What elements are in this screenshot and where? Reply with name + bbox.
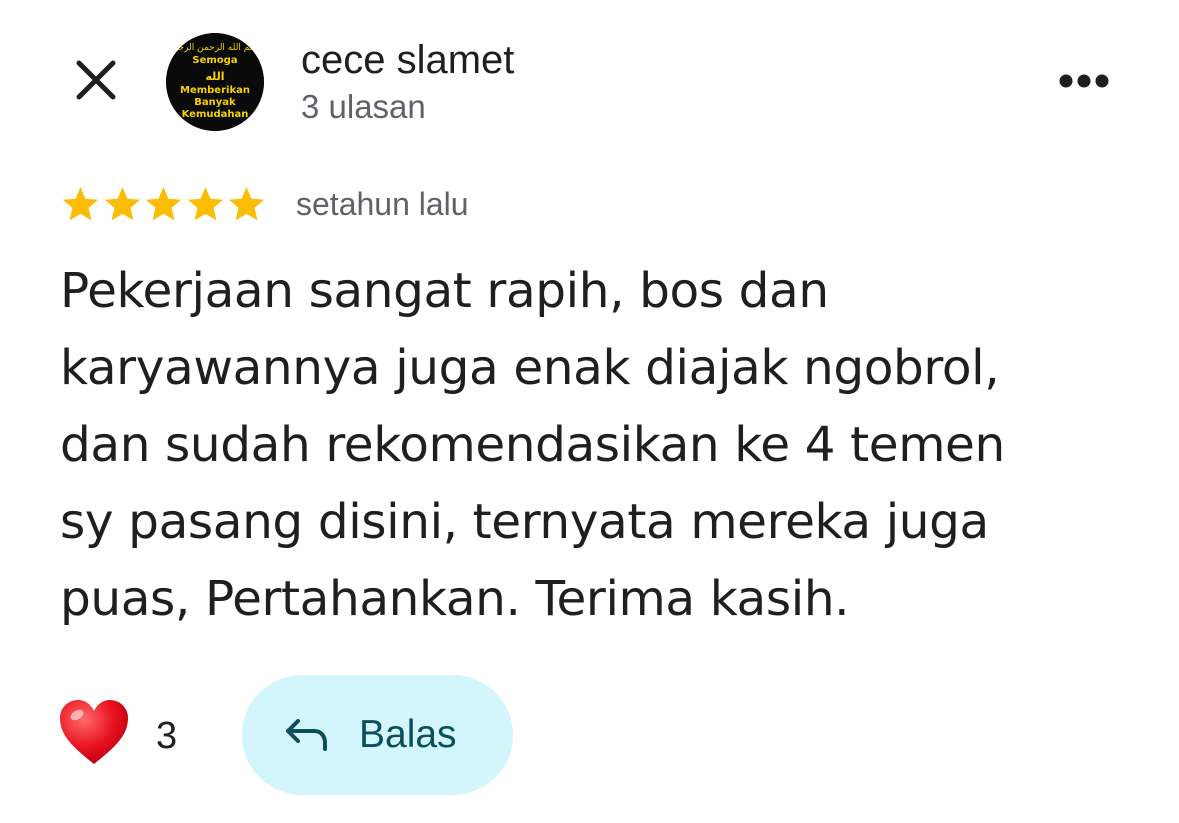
- reply-button[interactable]: Balas: [242, 675, 513, 795]
- avatar-arabic-text: بسم الله الرحمن الرحيم: [170, 43, 260, 53]
- star-icon: [145, 186, 182, 220]
- review-text: Pekerjaan sangat rapih, bos dan karyawan…: [60, 253, 1150, 638]
- avatar-text-line: Banyak: [194, 97, 236, 108]
- reviewer-name[interactable]: cece slamet: [301, 36, 514, 84]
- review-time: setahun lalu: [296, 186, 469, 222]
- more-options-button[interactable]: [1048, 56, 1120, 106]
- review-text-line: karyawannya juga enak diajak ngobrol,: [60, 340, 1000, 396]
- star-icon: [228, 186, 265, 220]
- like-reaction-button[interactable]: [58, 698, 130, 768]
- star-icon: [62, 186, 99, 220]
- close-button[interactable]: [66, 50, 126, 110]
- star-rating: [60, 182, 268, 226]
- like-count: 3: [156, 715, 178, 757]
- more-vert-icon: [1059, 74, 1109, 88]
- avatar-text-line: Kemudahan: [182, 109, 249, 120]
- close-icon: [76, 60, 116, 100]
- reply-label: Balas: [359, 713, 457, 756]
- reply-arrow-icon: [286, 719, 327, 751]
- avatar-text-line: Memberikan: [180, 85, 250, 96]
- star-icon: [187, 186, 223, 220]
- review-text-line: sy pasang disini, ternyata mereka juga: [60, 494, 989, 550]
- reviewer-review-count[interactable]: 3 ulasan: [301, 86, 426, 128]
- heart-icon: [60, 700, 128, 764]
- review-text-line: puas, Pertahankan. Terima kasih.: [60, 571, 850, 627]
- review-text-line: Pekerjaan sangat rapih, bos dan: [60, 263, 829, 319]
- avatar-text-line: Semoga: [192, 55, 237, 66]
- review-text-line: dan sudah rekomendasikan ke 4 temen: [60, 417, 1005, 473]
- review-card: بسم الله الرحمن الرحيم Semoga الله Membe…: [0, 0, 1179, 823]
- star-icon: [104, 186, 140, 220]
- avatar-text-line: الله: [205, 70, 224, 83]
- avatar[interactable]: بسم الله الرحمن الرحيم Semoga الله Membe…: [166, 33, 264, 131]
